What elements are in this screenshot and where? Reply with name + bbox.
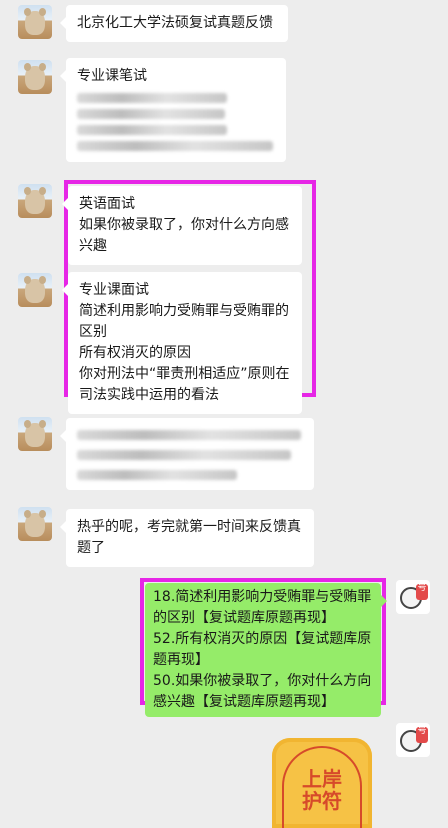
avatar-image bbox=[24, 187, 46, 214]
avatar-tag-icon: 号 bbox=[416, 584, 428, 600]
user-avatar[interactable]: 号 bbox=[396, 723, 430, 757]
sticker-image[interactable]: 上岸 护符 bbox=[272, 738, 372, 828]
message-bubble[interactable]: 专业课面试 简述利用影响力受贿罪与受贿罪的区别 所有权消灭的原因 你对刑法中“罪… bbox=[62, 272, 302, 414]
message-bubble[interactable]: 专业课笔试 bbox=[60, 58, 286, 162]
contact-avatar[interactable] bbox=[18, 184, 52, 218]
sticker-text: 护符 bbox=[302, 789, 342, 813]
message-text: 所有权消灭的原因 bbox=[79, 345, 191, 361]
avatar-image bbox=[24, 8, 46, 35]
message-text: 专业课笔试 bbox=[77, 68, 147, 84]
contact-avatar[interactable] bbox=[18, 5, 52, 39]
blurred-text bbox=[77, 430, 301, 440]
message-text: 专业课面试 bbox=[79, 282, 149, 298]
avatar-image bbox=[24, 420, 46, 447]
avatar-image bbox=[24, 63, 46, 90]
contact-avatar[interactable] bbox=[18, 507, 52, 541]
blurred-text bbox=[77, 470, 237, 480]
message-text: 52.所有权消灭的原因【复试题库原题再现】 bbox=[153, 631, 372, 668]
sticker-text: 上岸 bbox=[302, 767, 342, 791]
message-text: 你对刑法中“罪责刑相适应”原则在司法实践中运用的看法 bbox=[79, 366, 290, 403]
message-bubble-self[interactable]: 18.简述利用影响力受贿罪与受贿罪的区别【复试题库原题再现】 52.所有权消灭的… bbox=[145, 583, 387, 717]
message-bubble[interactable]: 热乎的呢，考完就第一时间来反馈真题了 bbox=[60, 509, 314, 567]
avatar-image bbox=[24, 510, 46, 537]
message-text: 18.简述利用影响力受贿罪与受贿罪的区别【复试题库原题再现】 bbox=[153, 589, 372, 626]
avatar-tag-icon: 号 bbox=[416, 727, 428, 743]
message-bubble[interactable] bbox=[60, 418, 314, 490]
message-text: 英语面试 bbox=[79, 196, 135, 212]
user-avatar[interactable]: 号 bbox=[396, 580, 430, 614]
blurred-text bbox=[77, 141, 273, 151]
message-text: 简述利用影响力受贿罪与受贿罪的区别 bbox=[79, 303, 289, 340]
message-text: 50.如果你被录取了，你对什么方向感兴趣【复试题库原题再现】 bbox=[153, 673, 372, 710]
blurred-text bbox=[77, 93, 227, 103]
contact-avatar[interactable] bbox=[18, 417, 52, 451]
message-bubble[interactable]: 北京化工大学法硕复试真题反馈 bbox=[60, 5, 288, 42]
message-text: 如果你被录取了，你对什么方向感兴趣 bbox=[79, 217, 289, 254]
message-text: 北京化工大学法硕复试真题反馈 bbox=[77, 15, 273, 31]
blurred-text bbox=[77, 450, 291, 460]
message-bubble[interactable]: 英语面试 如果你被录取了，你对什么方向感兴趣 bbox=[62, 186, 302, 265]
blurred-text bbox=[77, 125, 227, 135]
message-text: 热乎的呢，考完就第一时间来反馈真题了 bbox=[77, 519, 301, 556]
blurred-text bbox=[77, 109, 225, 119]
contact-avatar[interactable] bbox=[18, 60, 52, 94]
contact-avatar[interactable] bbox=[18, 273, 52, 307]
avatar-image bbox=[24, 276, 46, 303]
